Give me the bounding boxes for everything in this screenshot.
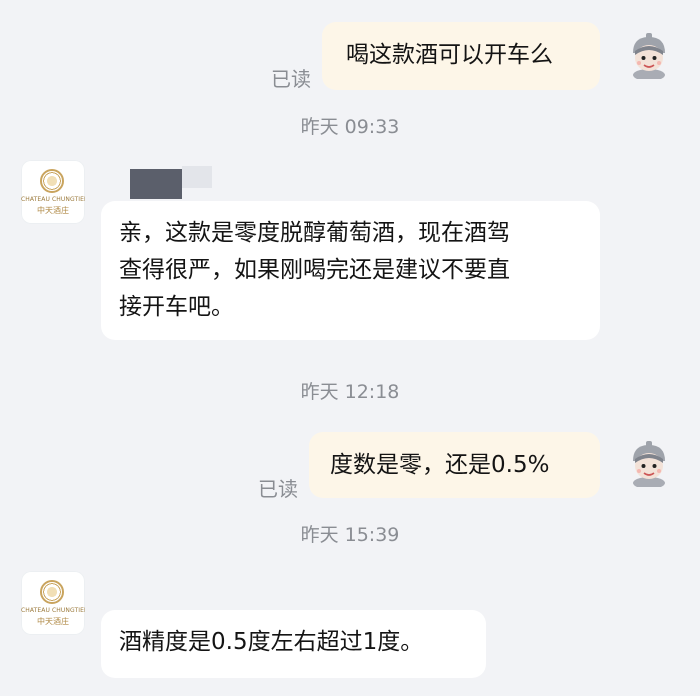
shop-avatar[interactable]: CHATEAU CHUNGTIEN 中天酒庄 xyxy=(21,160,85,224)
message-text-line: 亲，这款是零度脱醇葡萄酒，现在酒驾 xyxy=(119,220,510,246)
shop-avatar[interactable]: CHATEAU CHUNGTIEN 中天酒庄 xyxy=(21,571,85,635)
timestamp: 昨天 12:18 xyxy=(300,381,400,403)
user-message-bubble[interactable]: 喝这款酒可以开车么 xyxy=(322,22,600,90)
message-text: 酒精度是0.5度左右超过1度。 xyxy=(119,629,424,655)
shop-message-bubble[interactable]: 酒精度是0.5度左右超过1度。 xyxy=(101,610,486,678)
read-receipt: 已读 xyxy=(258,477,298,501)
message-text: 度数是零，还是0.5% xyxy=(330,452,550,478)
message-text-line: 查得很严，如果刚喝完还是建议不要直 xyxy=(119,257,510,283)
user-message-bubble[interactable]: 度数是零，还是0.5% xyxy=(309,432,600,498)
chateau-logo-icon xyxy=(40,169,64,193)
blurred-name xyxy=(182,166,212,188)
timestamp: 昨天 15:39 xyxy=(300,524,400,546)
logo-name-cn: 中天酒庄 xyxy=(37,617,69,626)
blurred-name xyxy=(130,169,182,199)
message-text: 喝这款酒可以开车么 xyxy=(346,42,553,68)
chateau-logo-icon xyxy=(40,580,64,604)
logo-name: CHATEAU CHUNGTIEN xyxy=(21,607,85,614)
logo-name-cn: 中天酒庄 xyxy=(37,206,69,215)
user-avatar-icon[interactable] xyxy=(625,439,673,487)
shop-message-bubble[interactable]: 亲，这款是零度脱醇葡萄酒，现在酒驾 查得很严，如果刚喝完还是建议不要直 接开车吧… xyxy=(101,201,600,340)
user-avatar-icon[interactable] xyxy=(625,31,673,79)
read-receipt: 已读 xyxy=(271,67,311,91)
message-text-line: 接开车吧。 xyxy=(119,294,234,320)
logo-name: CHATEAU CHUNGTIEN xyxy=(21,196,85,203)
timestamp: 昨天 09:33 xyxy=(300,116,400,138)
